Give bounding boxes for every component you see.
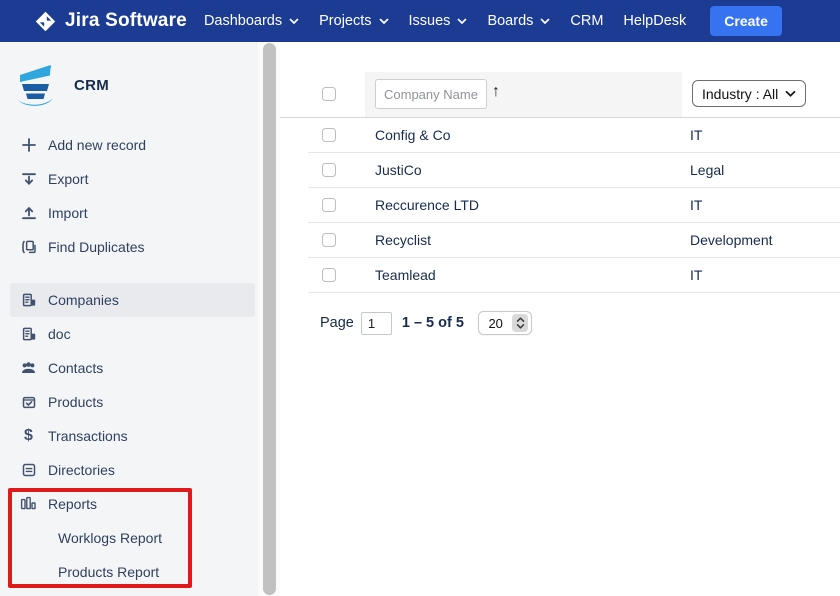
jira-crm-app: Jira Software Dashboards Projects Issues… (0, 0, 840, 596)
crm-logo (16, 62, 56, 108)
industry-cell: Development (690, 232, 773, 248)
table-row[interactable]: JustiCo Legal (308, 153, 840, 188)
industry-cell: IT (690, 197, 702, 213)
import-icon (20, 205, 37, 221)
crm-sidebar: CRM Add new record Export Import (0, 42, 258, 596)
nav-issues[interactable]: Issues (409, 13, 468, 29)
chevron-down-icon (379, 18, 389, 25)
row-checkbox[interactable] (322, 233, 336, 247)
row-checkbox[interactable] (322, 268, 336, 282)
sidebar-item-find-duplicates[interactable]: Find Duplicates (10, 230, 255, 264)
dollar-icon: $ (20, 428, 37, 444)
company-icon (20, 292, 37, 308)
plus-icon (20, 137, 37, 153)
sidebar-item-contacts[interactable]: Contacts (10, 351, 255, 385)
industry-cell: Legal (690, 162, 724, 178)
table-row[interactable]: Config & Co IT (308, 118, 840, 153)
products-icon (20, 394, 37, 410)
industry-filter-dropdown[interactable]: Industry : All (692, 80, 806, 107)
row-range-text: 1 – 5 of 5 (402, 315, 464, 331)
sidebar-item-directories[interactable]: Directories (10, 453, 255, 487)
chevron-down-icon (457, 18, 467, 25)
chevron-down-icon (289, 18, 299, 25)
crm-app-header: CRM (0, 42, 258, 128)
navbar-menu: Dashboards Projects Issues Boards CRM He… (204, 13, 686, 29)
page-label: Page (320, 315, 354, 331)
contacts-icon (20, 360, 37, 376)
top-navbar: Jira Software Dashboards Projects Issues… (0, 0, 840, 42)
nav-dashboards[interactable]: Dashboards (204, 13, 299, 29)
industry-cell: IT (690, 267, 702, 283)
company-name-cell: JustiCo (375, 162, 422, 178)
duplicates-icon (20, 239, 37, 255)
sidebar-scrollbar-track[interactable] (258, 42, 280, 596)
chevron-down-icon (785, 90, 796, 98)
sidebar-item-reports[interactable]: Reports (10, 487, 255, 521)
nav-crm[interactable]: CRM (570, 13, 603, 29)
row-checkbox[interactable] (322, 163, 336, 177)
sidebar-item-products[interactable]: Products (10, 385, 255, 419)
nav-projects[interactable]: Projects (319, 13, 388, 29)
table-row[interactable]: Reccurence LTD IT (308, 188, 840, 223)
sort-ascending-icon[interactable]: ↑ (492, 83, 500, 101)
sidebar-scrollbar-thumb[interactable] (263, 43, 276, 595)
sidebar-item-export[interactable]: Export (10, 162, 255, 196)
sidebar-item-add-new-record[interactable]: Add new record (10, 128, 255, 162)
companies-table: ↑ Industry : All Config & Co IT JustiCo … (280, 42, 840, 596)
jira-logo-icon (35, 11, 56, 32)
row-checkbox[interactable] (322, 198, 336, 212)
company-name-filter-input[interactable] (375, 79, 487, 109)
stepper-icon (512, 314, 528, 332)
sidebar-item-import[interactable]: Import (10, 196, 255, 230)
table-body: Config & Co IT JustiCo Legal Reccurence … (308, 118, 840, 293)
row-checkbox[interactable] (322, 128, 336, 142)
company-name-cell: Reccurence LTD (375, 197, 479, 213)
select-all-checkbox[interactable] (322, 87, 336, 101)
chevron-down-icon (540, 18, 550, 25)
table-row[interactable]: Teamlead IT (308, 258, 840, 293)
sidebar-item-transactions[interactable]: $ Transactions (10, 419, 255, 453)
sidebar-item-companies[interactable]: Companies (10, 283, 255, 317)
nav-boards[interactable]: Boards (487, 13, 550, 29)
page-number-input[interactable] (361, 312, 392, 335)
create-button[interactable]: Create (710, 6, 782, 36)
sidebar-item-doc[interactable]: doc (10, 317, 255, 351)
sidebar-item-products-report[interactable]: Products Report (10, 555, 255, 589)
bar-chart-icon (20, 496, 37, 512)
company-name-cell: Config & Co (375, 127, 450, 143)
jira-brand[interactable]: Jira Software (35, 10, 187, 32)
directories-icon (20, 462, 37, 478)
nav-helpdesk[interactable]: HelpDesk (623, 13, 686, 29)
industry-cell: IT (690, 127, 702, 143)
company-name-cell: Recyclist (375, 232, 431, 248)
export-icon (20, 171, 37, 187)
brand-title: Jira Software (65, 10, 187, 32)
app-title: CRM (74, 77, 109, 94)
sidebar-item-worklogs-report[interactable]: Worklogs Report (10, 521, 255, 555)
company-name-cell: Teamlead (375, 267, 436, 283)
pagination-bar: Page 1 – 5 of 5 20 (320, 310, 532, 336)
sidebar-section-divider (0, 264, 258, 283)
page-size-select[interactable]: 20 (478, 311, 532, 335)
table-row[interactable]: Recyclist Development (308, 223, 840, 258)
company-icon (20, 326, 37, 342)
